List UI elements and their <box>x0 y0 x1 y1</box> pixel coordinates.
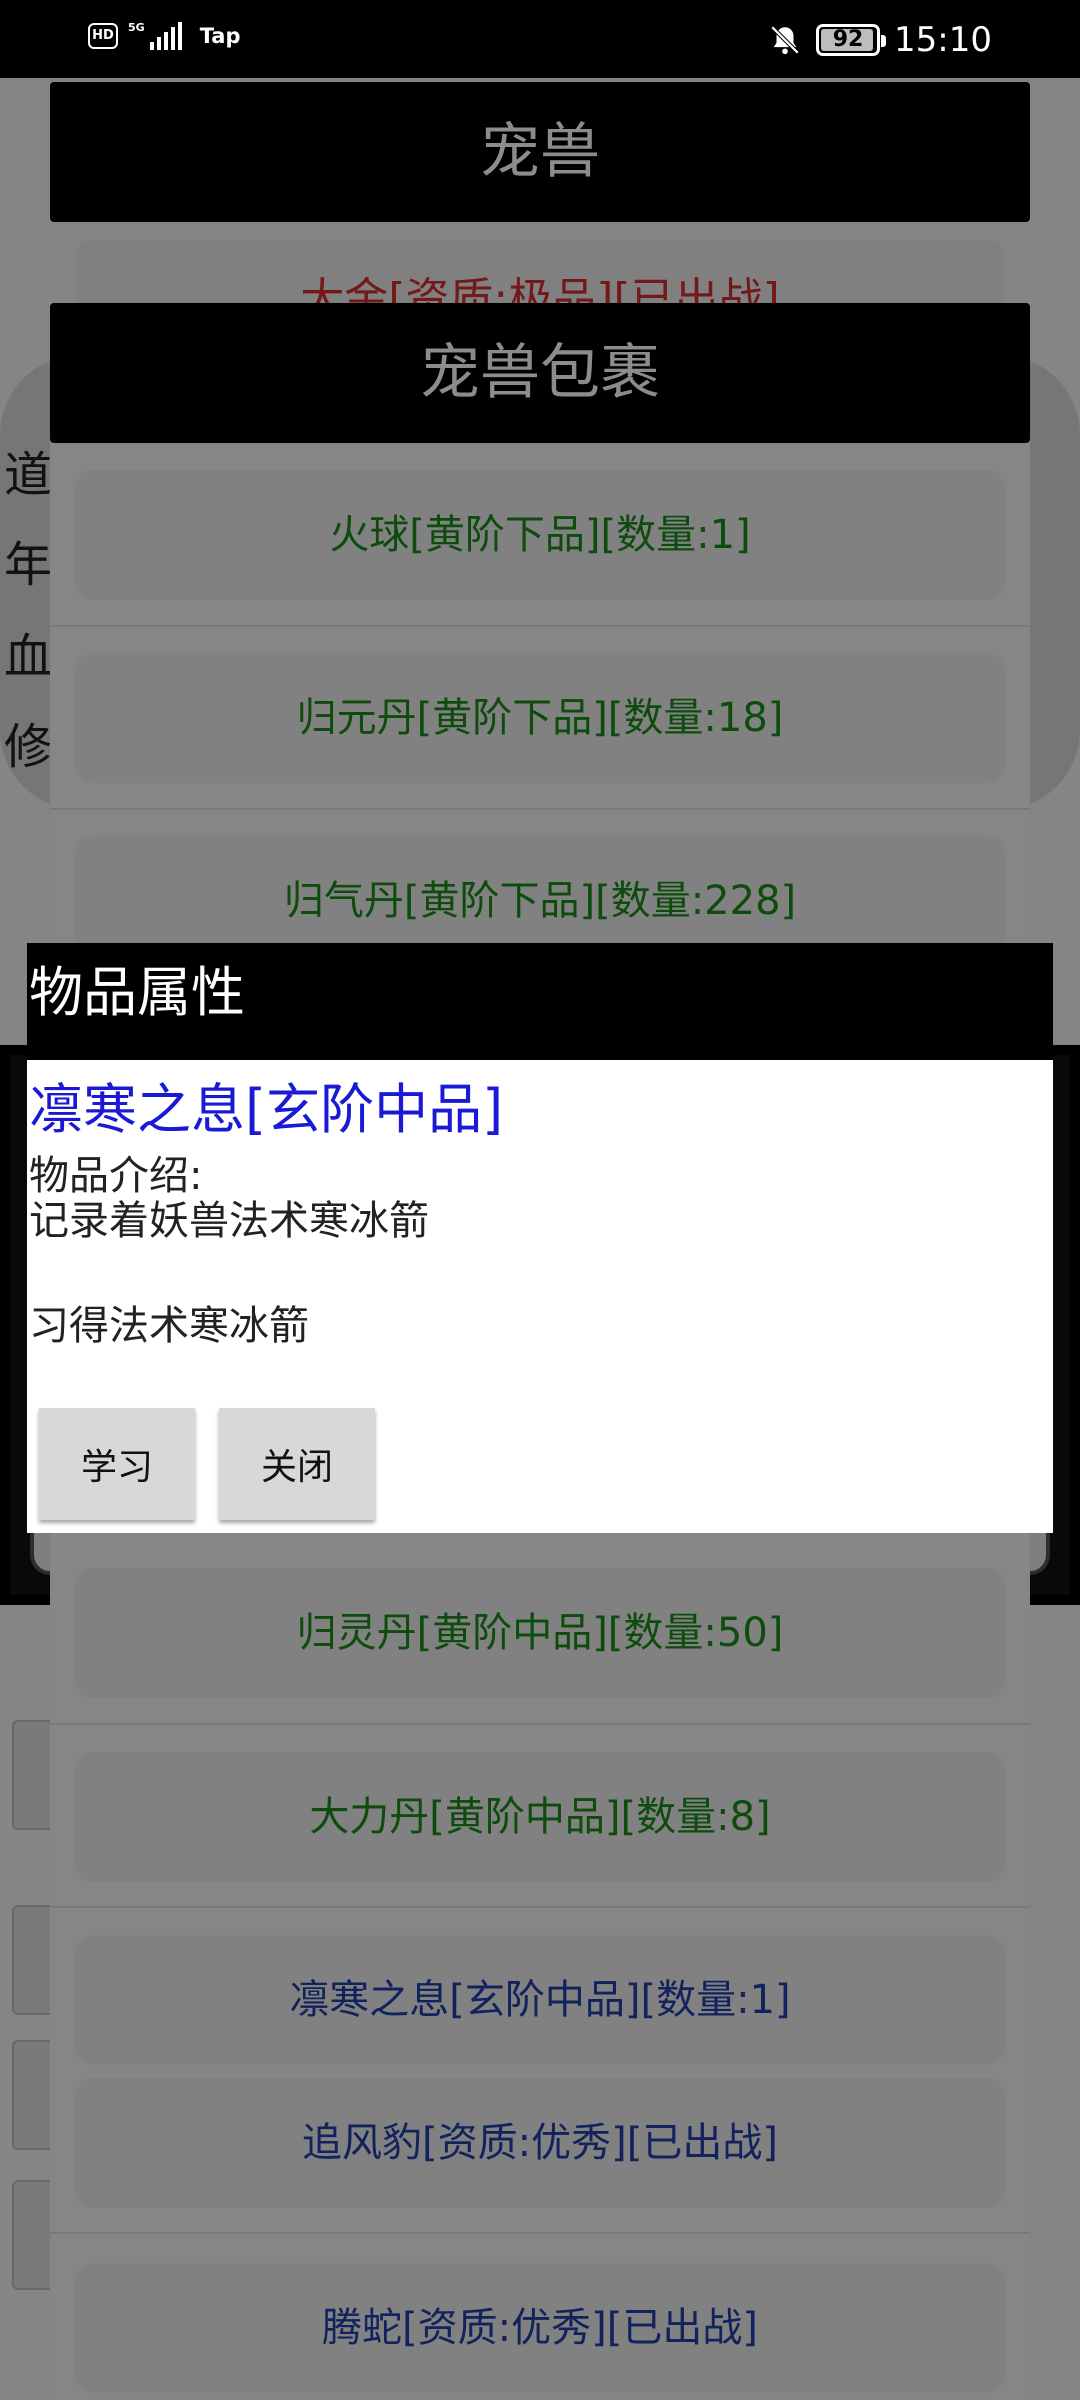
item-name: 凛寒之息[玄阶中品] <box>29 1078 504 1141</box>
status-right: 92 15:10 <box>768 20 992 60</box>
dialog-title: 物品属性 <box>27 943 1053 1060</box>
item-description: 记录着妖兽法术寒冰箭 <box>29 1198 429 1244</box>
item-attribute-dialog: 物品属性 凛寒之息[玄阶中品] 物品介绍: 记录着妖兽法术寒冰箭 习得法术寒冰箭… <box>27 943 1053 1533</box>
status-left: HD 5G Tap <box>88 22 241 50</box>
battery-icon: 92 <box>816 24 887 56</box>
learn-button[interactable]: 学习 <box>39 1408 195 1520</box>
close-button[interactable]: 关闭 <box>219 1408 375 1520</box>
hd-icon: HD <box>88 23 118 49</box>
battery-level: 92 <box>832 27 864 52</box>
carrier-label: Tap <box>199 24 241 48</box>
network-type-label: 5G <box>128 21 145 34</box>
clock: 15:10 <box>894 20 992 60</box>
signal-icon: 5G <box>128 22 182 50</box>
item-effect: 习得法术寒冰箭 <box>29 1303 309 1349</box>
bell-off-icon <box>770 25 800 55</box>
status-bar: HD 5G Tap 92 15:10 <box>0 0 1080 78</box>
